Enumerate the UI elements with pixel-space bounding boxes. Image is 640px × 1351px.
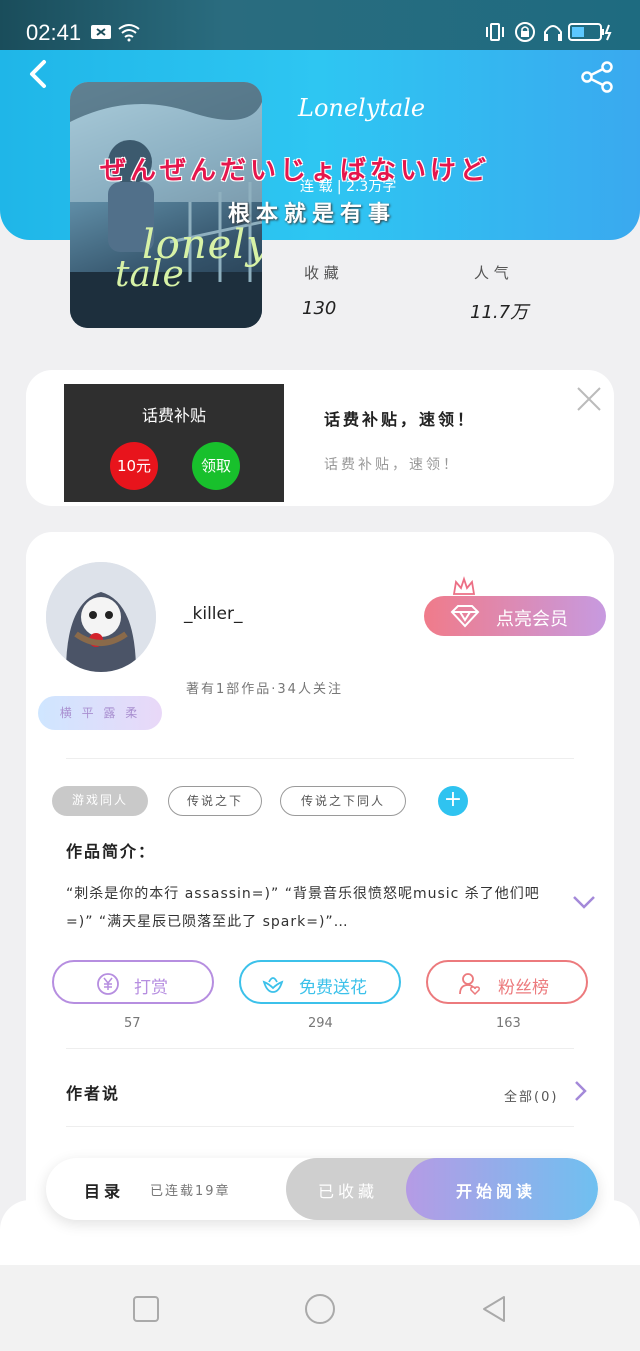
- avatar-illustration: [46, 562, 156, 672]
- tag-game-fanfic[interactable]: 游戏同人: [52, 786, 148, 816]
- tip-button-label: 打赏: [134, 978, 168, 998]
- table-of-contents-button[interactable]: 目录: [84, 1178, 124, 1202]
- headphone-icon: [544, 25, 562, 41]
- chevron-down-icon[interactable]: [572, 894, 596, 910]
- author-says-all-link[interactable]: 全部(0): [504, 1086, 558, 1105]
- avatar[interactable]: [46, 562, 156, 672]
- overlay-chinese-text: 根本就是有事: [228, 202, 397, 227]
- stat-favorites-value: 130: [302, 298, 337, 319]
- fan-count: 163: [496, 1016, 521, 1031]
- diamond-icon: [450, 605, 480, 628]
- ad-image-amount: 10元: [110, 442, 158, 490]
- favorited-label: 已收藏: [318, 1182, 379, 1201]
- start-reading-button[interactable]: 开始阅读: [406, 1158, 598, 1220]
- author-name[interactable]: _killer_: [184, 604, 242, 624]
- intro-title: 作品简介：: [66, 842, 157, 861]
- home-icon[interactable]: [304, 1293, 336, 1325]
- stat-popularity-value: 11.7万: [470, 302, 529, 323]
- send-flower-label: 免费送花: [299, 978, 367, 998]
- overlay-japanese-text: ぜんぜんだいじょばないけど: [100, 156, 491, 186]
- ad-image[interactable]: 话费补贴 10元 领取: [64, 384, 284, 502]
- vip-button[interactable]: 点亮会员: [424, 596, 606, 636]
- author-card: _killer_ 点亮会员 著有1部作品·34人关注 横 平 露 柔 游戏同人 …: [26, 532, 614, 1232]
- vip-button-label: 点亮会员: [496, 609, 568, 630]
- stat-popularity-label: 人 气: [474, 264, 509, 282]
- crown-icon: [452, 576, 476, 595]
- divider: [66, 1126, 574, 1127]
- ad-subtitle: 话费补贴，速领！: [324, 457, 460, 473]
- start-reading-label: 开始阅读: [456, 1182, 537, 1201]
- divider: [66, 758, 574, 759]
- bottom-action-bar: 目录 已连载19章 已收藏 开始阅读: [46, 1158, 598, 1220]
- tip-count: 57: [124, 1016, 141, 1031]
- wifi-icon: [118, 24, 140, 42]
- status-time: 02:41: [26, 20, 82, 45]
- add-tag-button[interactable]: +: [438, 786, 468, 816]
- book-status-wordcount: 连 载 | 2.3万字: [300, 179, 397, 195]
- vibrate-icon: [486, 23, 504, 41]
- cover-title-line-2: tale: [115, 254, 184, 295]
- ad-image-claim: 领取: [192, 442, 240, 490]
- flower-count: 294: [308, 1016, 333, 1031]
- author-badge: 横 平 露 柔: [38, 696, 162, 730]
- book-title: Lonelytale: [298, 94, 426, 122]
- send-flower-button[interactable]: 免费送花: [239, 960, 401, 1004]
- close-icon[interactable]: [576, 386, 602, 412]
- intro-text: “刺杀是你的本行 assassin=)” “背景音乐很愤怒呢music 杀了他们…: [66, 886, 540, 930]
- tag-undertale-fanfic[interactable]: 传说之下同人: [280, 786, 406, 816]
- fan-ranking-label: 粉丝榜: [498, 978, 549, 998]
- chevron-right-icon[interactable]: [574, 1080, 588, 1102]
- yuan-icon: [97, 973, 119, 995]
- ad-image-title: 话费补贴: [141, 406, 206, 425]
- system-nav-bar: [0, 1265, 640, 1351]
- stat-favorites-label: 收 藏: [304, 264, 339, 282]
- status-bar: 02:41: [0, 0, 640, 50]
- lock-icon: [515, 22, 535, 42]
- tip-button[interactable]: 打赏: [52, 960, 214, 1004]
- author-meta: 著有1部作品·34人关注: [186, 682, 343, 697]
- back-arrow-icon[interactable]: [24, 58, 56, 90]
- chapter-count: 已连载19章: [150, 1184, 231, 1199]
- author-says-title: 作者说: [66, 1084, 121, 1103]
- divider: [66, 1048, 574, 1049]
- recent-apps-icon[interactable]: [130, 1293, 162, 1325]
- flower-icon: [262, 977, 284, 993]
- user-heart-icon: [459, 973, 480, 996]
- ad-card[interactable]: 话费补贴 10元 领取 话费补贴，速领！ 话费补贴，速领！: [26, 370, 614, 506]
- fan-ranking-button[interactable]: 粉丝榜: [426, 960, 588, 1004]
- share-icon[interactable]: [580, 60, 614, 94]
- notification-x-icon: [91, 25, 111, 39]
- battery-icon: [568, 23, 612, 41]
- tag-undertale[interactable]: 传说之下: [168, 786, 262, 816]
- back-nav-icon[interactable]: [478, 1293, 510, 1325]
- ad-title: 话费补贴，速领！: [324, 410, 477, 429]
